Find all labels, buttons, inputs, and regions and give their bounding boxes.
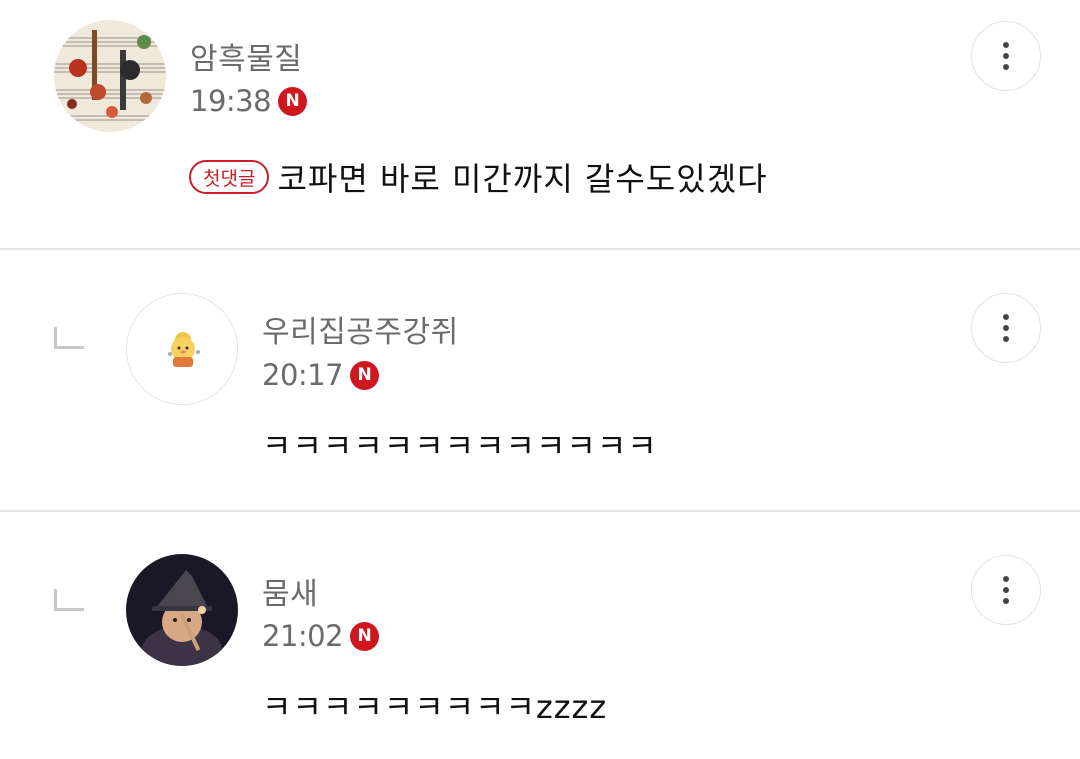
reply-arrow-icon xyxy=(54,589,84,611)
comment-meta: 19:38 N xyxy=(190,84,308,118)
new-badge-icon: N xyxy=(350,360,380,390)
comment-author[interactable]: 우리집공주강쥐 xyxy=(262,307,459,351)
comment-author[interactable]: 뭄새 xyxy=(262,569,318,613)
more-vertical-icon xyxy=(1003,576,1009,604)
more-button[interactable] xyxy=(971,293,1041,363)
new-badge-icon: N xyxy=(350,621,380,651)
comment-text: ㅋㅋㅋㅋㅋㅋㅋㅋㅋzzzz xyxy=(262,688,608,726)
reply-arrow-icon xyxy=(54,327,84,349)
more-vertical-icon xyxy=(1003,42,1009,70)
comment-body: ㅋㅋㅋㅋㅋㅋㅋㅋㅋㅋㅋㅋㅋ xyxy=(262,421,658,467)
avatar[interactable] xyxy=(126,554,238,666)
new-badge-icon: N xyxy=(278,86,308,116)
divider xyxy=(0,248,1080,250)
first-comment-badge: 첫댓글 xyxy=(189,160,270,194)
comment-meta: 21:02 N xyxy=(262,619,380,653)
more-vertical-icon xyxy=(1003,314,1009,342)
comment-text: ㅋㅋㅋㅋㅋㅋㅋㅋㅋㅋㅋㅋㅋ xyxy=(262,427,658,465)
comment-body: 첫댓글 코파면 바로 미간까지 갈수도있겠다 xyxy=(189,154,768,200)
comment-time: 20:17 xyxy=(262,358,344,392)
divider xyxy=(0,510,1080,512)
comment-body: ㅋㅋㅋㅋㅋㅋㅋㅋㅋzzzz xyxy=(262,682,607,728)
more-button[interactable] xyxy=(971,21,1041,91)
comment-time: 19:38 xyxy=(190,84,272,118)
comment-author[interactable]: 암흑물질 xyxy=(190,34,302,78)
avatar[interactable] xyxy=(126,293,238,405)
avatar[interactable] xyxy=(54,20,166,132)
more-button[interactable] xyxy=(971,555,1041,625)
comment-meta: 20:17 N xyxy=(262,358,380,392)
comment-time: 21:02 xyxy=(262,619,344,653)
comment-text: 코파면 바로 미간까지 갈수도있겠다 xyxy=(277,160,768,198)
